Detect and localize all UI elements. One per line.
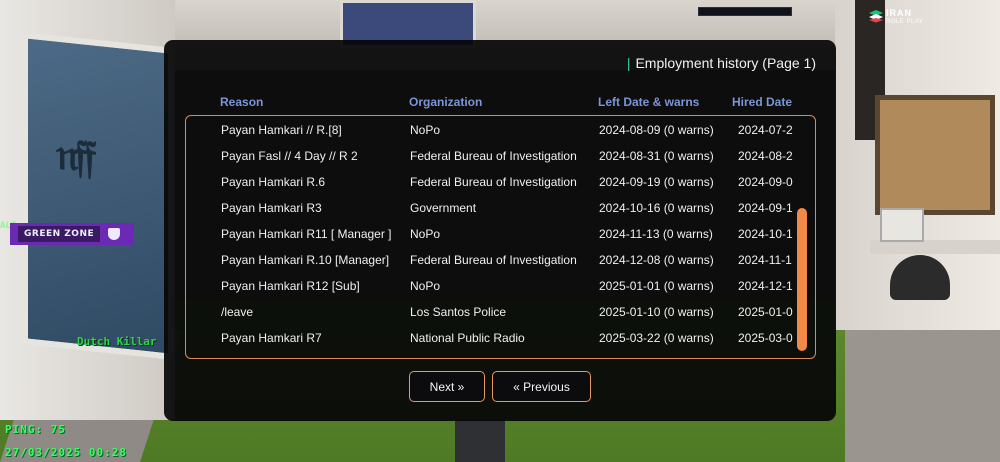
health-bar (698, 7, 792, 16)
table-row[interactable]: /leave Los Santos Police 2025-01-10 (0 war… (186, 300, 815, 326)
cell-hired-date: 2025-01-0 (738, 305, 793, 319)
cell-hired-date: 2024-11-1 (738, 253, 792, 267)
table-row[interactable]: Payan Fasl // 4 Day // R 2 Federal Bureau… (186, 144, 815, 170)
dialog-title: | Employment history (Page 1) (627, 55, 816, 71)
board-logo: 𝔫𝔣𝔣 (56, 128, 93, 183)
cell-left-date: 2024-12-08 (0 warns) (599, 253, 714, 267)
corkboard (875, 95, 995, 215)
employment-history-dialog: | Employment history (Page 1) Reason Orga… (164, 40, 836, 421)
previous-page-button[interactable]: « Previous (492, 371, 591, 402)
zone-tag: GREEN ZONE (0, 222, 134, 246)
cell-hired-date: 2024-07-2 (738, 123, 793, 137)
table-row[interactable]: Payan Hamkari R.6 Federal Bureau of Inves… (186, 170, 815, 196)
cell-left-date: 2024-11-13 (0 warns) (599, 227, 713, 241)
scrollbar-thumb[interactable] (797, 208, 807, 351)
floor-tiles (845, 330, 1000, 462)
cell-hired-date: 2025-03-0 (738, 331, 793, 345)
table-row[interactable]: Payan Hamkari R.10 [Manager] Federal Bure… (186, 248, 815, 274)
cell-reason: Payan Hamkari R12 [Sub] (221, 279, 360, 293)
cell-left-date: 2025-01-01 (0 warns) (599, 279, 714, 293)
table-header: Reason Organization Left Date & warns Hi… (164, 95, 836, 111)
cell-left-date: 2025-01-10 (0 warns) (599, 305, 714, 319)
cell-reason: Payan Hamkari R11 [ Manager ] (221, 227, 392, 241)
header-hired-date: Hired Date (732, 95, 793, 109)
table-row[interactable]: Payan Hamkari R12 [Sub] NoPo 2025-01-01 (0… (186, 274, 815, 300)
cell-reason: Payan Hamkari R.6 (221, 175, 326, 189)
table-row[interactable]: Payan Hamkari R11 [ Manager ] NoPo 2024-11… (186, 222, 815, 248)
title-accent: | (626, 55, 631, 71)
cell-organization: Los Santos Police (410, 305, 507, 319)
cell-organization: Federal Bureau of Investigation (410, 175, 577, 189)
header-left-date: Left Date & warns (598, 95, 700, 109)
cell-organization: Federal Bureau of Investigation (410, 253, 577, 267)
cell-hired-date: 2024-12-1 (738, 279, 793, 293)
cell-hired-date: 2024-09-0 (738, 175, 793, 189)
next-page-button[interactable]: Next » (409, 371, 485, 402)
cell-left-date: 2024-10-16 (0 warns) (599, 201, 714, 215)
dialog-title-text: Employment history (Page 1) (635, 55, 816, 71)
desk (870, 240, 1000, 254)
wall-board (22, 32, 174, 360)
cell-left-date: 2024-08-09 (0 warns) (599, 123, 714, 137)
cell-left-date: 2024-09-19 (0 warns) (599, 175, 714, 189)
logo-line2: ROLE PLAY (886, 19, 924, 25)
logo-mark-icon (869, 10, 883, 23)
table-row[interactable]: Payan Hamkari R7 National Public Radio 202… (186, 326, 815, 352)
cell-hired-date: 2024-09-1 (738, 201, 793, 215)
cell-reason: /leave (221, 305, 254, 319)
cell-reason: Payan Fasl // 4 Day // R 2 (221, 149, 358, 163)
header-organization: Organization (409, 95, 483, 109)
shield-icon (108, 228, 121, 240)
logo-line1: IRAN (886, 8, 912, 18)
table-row[interactable]: Payan Hamkari // R.[8] NoPo 2024-08-09 (0 … (186, 118, 815, 144)
cell-organization: NoPo (410, 227, 441, 241)
cell-reason: Payan Hamkari // R.[8] (221, 123, 342, 137)
cell-hired-date: 2024-10-1 (738, 227, 793, 241)
cell-organization: National Public Radio (410, 331, 525, 345)
cell-reason: Payan Hamkari R.10 [Manager] (221, 253, 390, 267)
cell-reason: Payan Hamkari R7 (221, 331, 322, 345)
zone-label: GREEN ZONE (18, 226, 101, 242)
monitor (880, 208, 924, 242)
cell-organization: NoPo (410, 123, 441, 137)
table-row[interactable]: Payan Hamkari R3 Government 2024-10-16 (0 … (186, 196, 815, 222)
cell-left-date: 2025-03-22 (0 warns) (599, 331, 714, 345)
cell-left-date: 2024-08-31 (0 warns) (599, 149, 714, 163)
ping-readout: PING: 75 (5, 423, 66, 436)
cell-organization: NoPo (410, 279, 441, 293)
player-name-tag: Dutch Killar (77, 335, 157, 348)
header-reason: Reason (220, 95, 264, 109)
zone-box: GREEN ZONE (10, 223, 134, 245)
cell-organization: Federal Bureau of Investigation (410, 149, 577, 163)
cell-organization: Government (410, 201, 477, 215)
history-list[interactable]: Payan Hamkari R7 National Public Radio 202… (185, 115, 816, 359)
server-logo: IRAN ROLE PLAY (868, 7, 930, 29)
cell-reason: Payan Hamkari R3 (221, 201, 322, 215)
datetime-readout: 27/03/2025 00:28 (5, 446, 127, 459)
cell-hired-date: 2024-08-2 (738, 149, 793, 163)
player-character (455, 420, 505, 462)
